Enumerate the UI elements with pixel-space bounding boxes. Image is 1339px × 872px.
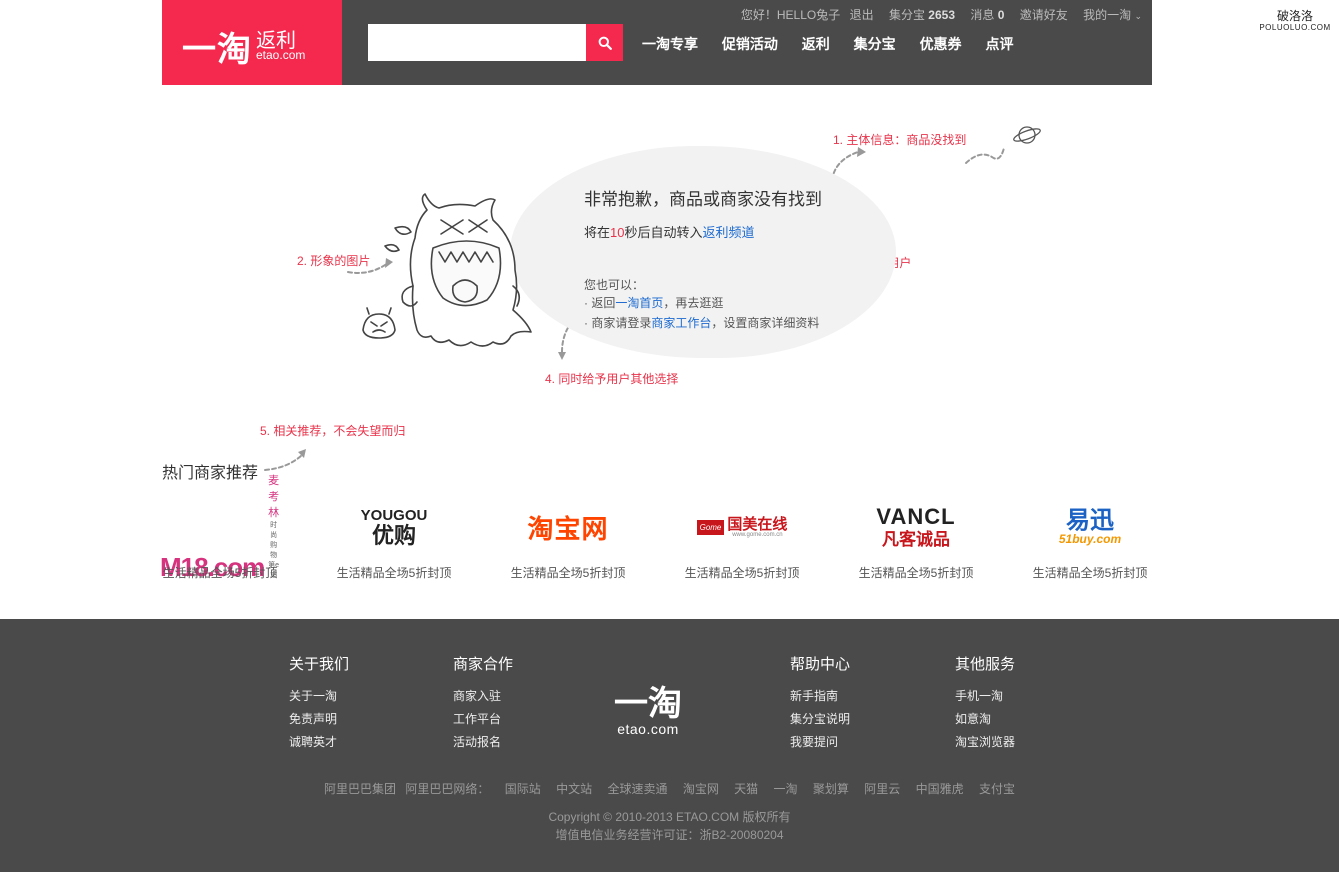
merchant-desc: 生活精品全场5折封顶 [684, 566, 800, 580]
footer-logo-domain: etao.com [617, 721, 679, 737]
yougou-logo-text: YOUGOU [360, 506, 428, 524]
footer-group-link[interactable]: 一淘 [774, 782, 798, 796]
site-footer: 关于我们 关于一淘 免责声明 诚聘英才 商家合作 商家入驻 工作平台 活动报名 … [0, 619, 1339, 872]
merchant-card-yougou[interactable]: YOUGOU 优购 生活精品全场5折封顶 [334, 497, 454, 581]
footer-group-link[interactable]: 国际站 [505, 782, 541, 796]
option1-prefix: · 返回 [584, 296, 616, 310]
footer-col-title: 其他服务 [955, 656, 1016, 673]
footer-copyright: Copyright © 2010-2013 ETAO.COM 版权所有 增值电信… [0, 808, 1339, 844]
merchant-desc: 生活精品全场5折封顶 [162, 566, 278, 580]
footer-group-link[interactable]: 中国雅虎 [916, 782, 964, 796]
planet-doodle [1013, 126, 1041, 144]
footer-link[interactable]: 活动报名 [453, 731, 513, 754]
footer-group-link[interactable]: 天猫 [734, 782, 758, 796]
footer-col-title: 关于我们 [289, 656, 350, 673]
merchant-card-m18[interactable]: M18.com 麦考林 时尚购物第e站 生活精品全场5折封顶 [160, 475, 280, 582]
vancl-logo-text: VANCL [876, 504, 956, 529]
taobao-logo-text: 淘宝网 [527, 513, 609, 544]
footer-link[interactable]: 集分宝说明 [790, 708, 850, 731]
merchant-desc: 生活精品全场5折封顶 [858, 566, 974, 580]
merchant-card-gome[interactable]: Gome 国美在线 www.gome.com.cn 生活精品全场5折封顶 [682, 497, 802, 581]
footer-group-link[interactable]: 聚划算 [813, 782, 849, 796]
footer-col-services: 其他服务 手机一淘 如意淘 淘宝浏览器 [955, 653, 1015, 754]
merchant-card-taobao[interactable]: 淘宝网 生活精品全场5折封顶 [508, 497, 628, 581]
footer-col-title: 商家合作 [453, 656, 514, 673]
merchant-desc: 生活精品全场5折封顶 [336, 566, 452, 580]
merchant-desc: 生活精品全场5折封顶 [1032, 566, 1148, 580]
footer-link[interactable]: 手机一淘 [955, 685, 1015, 708]
merchant-logo-taobao: 淘宝网 [508, 497, 628, 557]
redirect-notice: 将在10秒后自动转入返利频道 [584, 222, 755, 241]
footer-group-link[interactable]: 全球速卖通 [607, 782, 667, 796]
etao-home-link[interactable]: 一淘首页 [615, 296, 663, 310]
crying-monster-illustration [362, 193, 532, 347]
merchant-logo-vancl: VANCL 凡客诚品 [856, 497, 976, 557]
merchant-logo-m18: M18.com 麦考林 时尚购物第e站 [160, 475, 280, 582]
redirect-middle: 秒后自动转入 [624, 225, 703, 240]
merchant-logo-51buy: 易迅 51buy.com [1030, 497, 1150, 557]
footer-link[interactable]: 免责声明 [289, 708, 349, 731]
footer-link[interactable]: 商家入驻 [453, 685, 513, 708]
merchant-card-vancl[interactable]: VANCL 凡客诚品 生活精品全场5折封顶 [856, 497, 976, 581]
alibaba-links: 阿里巴巴集团 阿里巴巴网络： 国际站 中文站 全球速卖通 淘宝网 天猫 一淘 聚… [0, 780, 1339, 797]
merchant-logo-gome: Gome 国美在线 www.gome.com.cn [682, 497, 802, 557]
error-title: 非常抱歉，商品或商家没有找到 [584, 190, 822, 209]
option2-suffix: ，设置商家详细资料 [711, 316, 820, 330]
countdown-seconds: 10 [610, 225, 625, 240]
gome-logo-badge: Gome [696, 519, 725, 535]
footer-link[interactable]: 我要提问 [790, 731, 850, 754]
merchant-logo-yougou: YOUGOU 优购 [334, 497, 454, 557]
option-home: · 返回一淘首页，再去逛逛 [584, 294, 723, 311]
also-label: 您也可以： [584, 278, 645, 292]
option1-suffix: ，再去逛逛 [663, 296, 724, 310]
footer-link[interactable]: 工作平台 [453, 708, 513, 731]
footer-group-link[interactable]: 淘宝网 [683, 782, 719, 796]
footer-group-link[interactable]: 中文站 [556, 782, 592, 796]
vancl-logo-sub: 凡客诚品 [882, 530, 950, 549]
footer-group-link[interactable]: 阿里巴巴集团 [324, 782, 396, 796]
footer-group-label: 阿里巴巴网络： [405, 782, 490, 796]
m18-logo-sub: 麦考林 [268, 474, 280, 519]
51buy-logo-text: 易迅 [1066, 507, 1114, 534]
footer-logo-main: 一淘 [614, 685, 682, 723]
footer-link[interactable]: 关于一淘 [289, 685, 349, 708]
footer-group-link[interactable]: 支付宝 [979, 782, 1015, 796]
footer-link[interactable]: 如意淘 [955, 708, 1015, 731]
footer-col-merchant: 商家合作 商家入驻 工作平台 活动报名 [453, 653, 513, 754]
redirect-prefix: 将在 [584, 225, 611, 240]
footer-col-about: 关于我们 关于一淘 免责声明 诚聘英才 [289, 653, 349, 754]
rebate-channel-link[interactable]: 返利频道 [703, 225, 755, 240]
license-text: 增值电信业务经营许可证：浙B2-20080204 [555, 828, 784, 842]
51buy-logo-sub: 51buy.com [1058, 532, 1122, 546]
footer-col-help: 帮助中心 新手指南 集分宝说明 我要提问 [790, 653, 850, 754]
footer-link[interactable]: 淘宝浏览器 [955, 731, 1015, 754]
gome-logo-text: 国美在线 [727, 515, 788, 533]
gome-logo-tag: www.gome.com.cn [732, 531, 783, 538]
merchant-card-51buy[interactable]: 易迅 51buy.com 生活精品全场5折封顶 [1030, 497, 1150, 581]
merchant-workbench-link[interactable]: 商家工作台 [651, 316, 711, 330]
footer-group-link[interactable]: 阿里云 [864, 782, 900, 796]
footer-link[interactable]: 新手指南 [790, 685, 850, 708]
copyright-text: Copyright © 2010-2013 ETAO.COM 版权所有 [548, 810, 791, 824]
footer-link[interactable]: 诚聘英才 [289, 731, 349, 754]
footer-col-title: 帮助中心 [790, 656, 851, 673]
yougou-logo-sub: 优购 [371, 522, 416, 548]
merchant-desc: 生活精品全场5折封顶 [510, 566, 626, 580]
option-merchant: · 商家请登录商家工作台，设置商家详细资料 [584, 314, 819, 331]
footer-logo: 一淘 etao.com [614, 687, 682, 737]
option2-prefix: · 商家请登录 [584, 316, 652, 330]
